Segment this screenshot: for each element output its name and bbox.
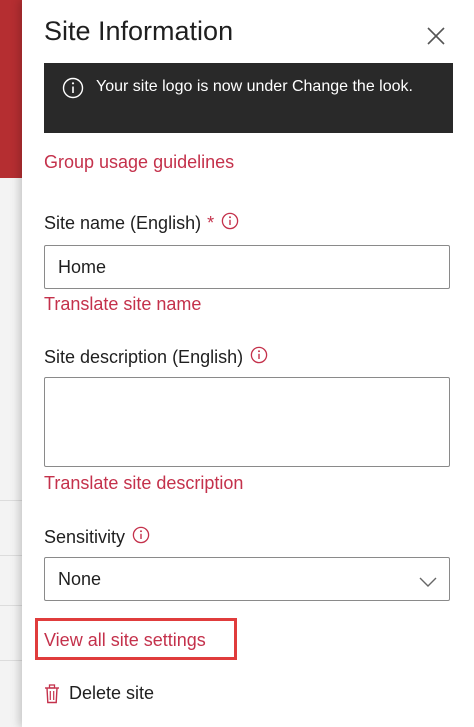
background-divider bbox=[0, 605, 22, 606]
site-information-panel: Site Information Your site logo is now u… bbox=[22, 0, 474, 727]
background-divider bbox=[0, 555, 22, 556]
site-description-label: Site description (English) bbox=[44, 346, 268, 369]
view-all-site-settings-link[interactable]: View all site settings bbox=[44, 630, 206, 651]
sensitivity-label-text: Sensitivity bbox=[44, 527, 126, 547]
required-asterisk: * bbox=[207, 213, 215, 233]
info-banner: Your site logo is now under Change the l… bbox=[44, 63, 453, 133]
info-icon bbox=[62, 77, 84, 107]
site-name-info-icon[interactable] bbox=[221, 212, 239, 235]
close-icon bbox=[427, 27, 445, 45]
site-name-input[interactable] bbox=[44, 245, 450, 289]
translate-site-name-link[interactable]: Translate site name bbox=[44, 294, 201, 315]
background-divider bbox=[0, 500, 22, 501]
background-page bbox=[0, 0, 22, 727]
sensitivity-info-icon[interactable] bbox=[132, 526, 150, 549]
delete-site-label: Delete site bbox=[69, 683, 155, 703]
translate-site-description-link[interactable]: Translate site description bbox=[44, 473, 243, 494]
delete-site-button[interactable]: Delete site bbox=[44, 683, 154, 704]
site-description-textarea[interactable] bbox=[44, 377, 450, 467]
group-usage-guidelines-link[interactable]: Group usage guidelines bbox=[44, 152, 234, 173]
background-divider bbox=[0, 660, 22, 661]
site-description-info-icon[interactable] bbox=[250, 346, 268, 369]
site-name-label: Site name (English) * bbox=[44, 212, 239, 235]
close-button[interactable] bbox=[422, 22, 450, 50]
sensitivity-selected-value: None bbox=[58, 568, 102, 589]
background-header-band bbox=[0, 0, 22, 178]
site-description-label-text: Site description (English) bbox=[44, 347, 244, 367]
trash-icon bbox=[45, 683, 59, 703]
sensitivity-dropdown[interactable]: None bbox=[44, 557, 450, 601]
banner-message: Your site logo is now under Change the l… bbox=[96, 78, 413, 95]
site-name-label-text: Site name (English) bbox=[44, 213, 202, 233]
chevron-down-icon bbox=[419, 572, 437, 593]
sensitivity-label: Sensitivity bbox=[44, 526, 150, 549]
panel-title: Site Information bbox=[44, 16, 234, 46]
